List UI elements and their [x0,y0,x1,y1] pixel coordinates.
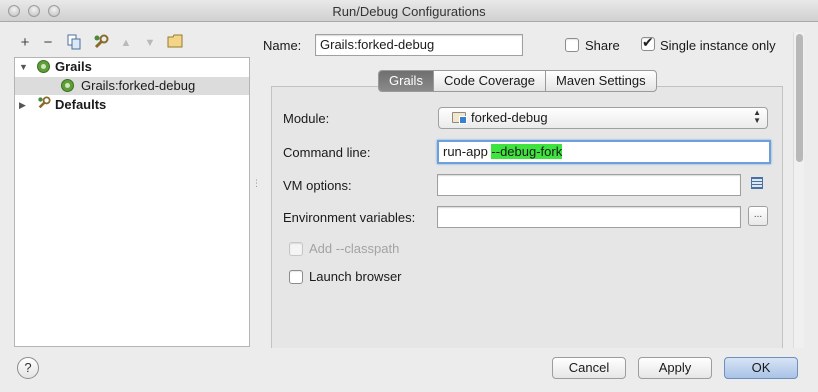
expand-editor-icon [751,177,763,189]
configuration-tree[interactable]: ▼ Grails Grails:forked-debug ▶ Defaults [14,57,250,347]
tree-item-label: Grails:forked-debug [81,78,196,93]
tree-item-label: Defaults [55,97,107,112]
launch-browser-checkbox[interactable] [289,270,303,284]
apply-button[interactable]: Apply [638,357,712,379]
tree-item-defaults[interactable]: ▶ Defaults [15,96,249,114]
plus-icon[interactable]: + [17,34,33,52]
select-arrows-icon: ▲ ▼ [753,108,761,125]
single-instance-checkbox[interactable] [641,35,655,51]
ok-button[interactable]: OK [724,357,798,379]
cancel-button[interactable]: Cancel [552,357,626,379]
env-vars-field[interactable] [437,206,741,228]
copy-icon[interactable] [66,34,82,52]
scrollbar[interactable] [793,32,804,348]
vm-options-expand-button[interactable] [748,174,768,194]
env-vars-browse-button[interactable]: ... [748,206,768,226]
folder-icon[interactable] [167,34,183,52]
module-select[interactable]: forked-debug ▲ ▼ [438,107,768,129]
help-button[interactable]: ? [17,357,39,379]
command-line-field[interactable]: run-app --debug-fork [437,140,771,164]
minus-icon[interactable]: − [40,34,56,52]
tree-item-label: Grails [55,59,92,74]
tree-item-grails-forked-debug[interactable]: Grails:forked-debug [15,77,249,95]
name-label: Name: [263,38,302,53]
launch-browser-label: Launch browser [309,269,402,284]
vm-options-field[interactable] [437,174,741,196]
module-value: forked-debug [471,110,548,125]
tree-item-grails[interactable]: ▼ Grails [15,58,249,76]
add-classpath-checkbox[interactable] [289,242,303,256]
env-vars-label: Environment variables: [283,210,416,225]
single-instance-label: Single instance only [660,38,776,53]
wrench-icon [37,96,51,115]
tab-bar: Grails Code Coverage Maven Settings [378,70,657,92]
vm-options-label: VM options: [283,178,352,193]
title-bar: Run/Debug Configurations [0,0,818,22]
module-label: Module: [283,111,330,126]
share-checkbox[interactable] [565,38,579,52]
grails-icon [37,60,50,73]
module-folder-icon [452,112,467,124]
splitter-handle[interactable]: ⋮ [252,179,261,188]
add-classpath-label: Add --classpath [309,241,400,256]
arrow-up-icon[interactable]: ▲ [118,34,134,52]
share-label: Share [585,38,620,53]
tab-grails[interactable]: Grails [379,71,433,91]
arrow-down-icon[interactable]: ▼ [142,34,158,52]
name-field[interactable]: Grails:forked-debug [315,34,523,56]
command-line-label: Command line: [283,145,371,160]
collapse-arrow-icon[interactable]: ▶ [19,96,26,114]
tab-code-coverage[interactable]: Code Coverage [432,71,545,91]
tab-maven-settings[interactable]: Maven Settings [545,71,656,91]
scrollbar-thumb[interactable] [796,34,803,162]
expand-arrow-icon[interactable]: ▼ [19,58,28,76]
grails-icon [61,79,74,92]
window-title: Run/Debug Configurations [332,4,486,19]
command-line-prefix: run-app [443,144,492,159]
wrench-icon[interactable] [93,34,109,52]
command-line-highlight: --debug-fork [491,144,563,159]
